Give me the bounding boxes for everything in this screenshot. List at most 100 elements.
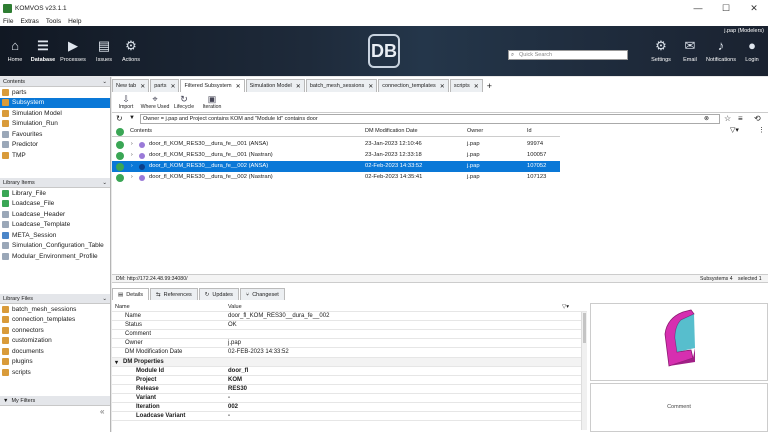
close-icon[interactable]: ✕ — [140, 83, 145, 90]
login-button[interactable]: ● Login — [739, 38, 765, 63]
tab-references[interactable]: ⇆ References — [150, 288, 198, 300]
chevron-down-icon[interactable]: ⌄ — [102, 296, 107, 302]
close-icon[interactable]: ✕ — [368, 83, 373, 90]
library-file[interactable]: documents — [0, 346, 110, 357]
query-input[interactable]: Owner = j.pap and Project contains KOM a… — [140, 114, 720, 124]
collapse-panel-icon[interactable]: « — [100, 407, 104, 416]
expand-icon[interactable]: › — [131, 141, 133, 147]
column-dm-date[interactable]: DM Modification Date — [365, 128, 418, 134]
iteration-button[interactable]: ▣ Iteration — [198, 92, 226, 112]
menu-extras[interactable]: Extras — [20, 18, 38, 25]
library-item[interactable]: Modular_Environment_Profile — [0, 251, 110, 262]
filter-icon[interactable]: ▼ — [129, 115, 135, 121]
quick-search-input[interactable]: ⌕ Quick Search — [508, 50, 628, 60]
table-row[interactable]: › door_fl_KOM_RES30__dura_fe__001 (Nastr… — [112, 150, 560, 161]
processes-button[interactable]: ▶ Processes — [60, 38, 86, 63]
menu-icon[interactable]: ≡ — [738, 114, 743, 123]
tab-updates[interactable]: ↻ Updates — [198, 288, 239, 300]
library-file[interactable]: customization — [0, 336, 110, 347]
contents-item-simulation-model[interactable]: Simulation Model — [0, 108, 110, 119]
issues-button[interactable]: ▤ Issues — [91, 38, 117, 63]
folder-icon — [2, 99, 9, 107]
detail-row: Variant - — [112, 394, 587, 404]
collapse-icon[interactable]: ▾ — [115, 359, 118, 366]
library-item[interactable]: Loadcase_File — [0, 199, 110, 210]
tab-batch-mesh-sessions[interactable]: batch_mesh_sessions ✕ — [305, 79, 378, 92]
tab-details[interactable]: ▤ Details — [112, 288, 150, 300]
library-file[interactable]: connection_templates — [0, 315, 110, 326]
close-icon[interactable]: ✕ — [440, 83, 445, 90]
chevron-down-icon[interactable]: ⌄ — [102, 180, 107, 186]
menu-tools[interactable]: Tools — [46, 18, 61, 25]
close-button[interactable]: ✕ — [740, 3, 768, 14]
library-file[interactable]: plugins — [0, 357, 110, 368]
expand-icon[interactable]: › — [131, 152, 133, 158]
contents-item-simulation-run[interactable]: Simulation_Run — [0, 119, 110, 130]
library-item[interactable]: META_Session — [0, 230, 110, 241]
menu-file[interactable]: File — [3, 18, 13, 25]
add-tab-button[interactable]: + — [484, 79, 495, 92]
chevron-down-icon[interactable]: ⌄ — [102, 79, 107, 85]
contents-item-subsystem[interactable]: Subsystem — [0, 97, 110, 108]
where-used-button[interactable]: ⌖ Where Used — [140, 92, 170, 112]
contents-header[interactable]: Contents ⌄ — [0, 77, 110, 87]
lifecycle-button[interactable]: ↻ Lifecycle — [170, 92, 198, 112]
close-icon[interactable]: ✕ — [170, 83, 175, 90]
tab-simulation-model[interactable]: Simulation Model ✕ — [245, 79, 305, 92]
column-filter-icon[interactable]: ▽▾ — [730, 126, 739, 134]
clear-query-icon[interactable]: ⊗ — [704, 115, 709, 122]
column-owner[interactable]: Owner — [467, 128, 483, 134]
expand-icon[interactable]: › — [131, 174, 133, 180]
library-items-header[interactable]: Library Items ⌄ — [0, 178, 110, 188]
details-scrollbar[interactable] — [581, 312, 587, 430]
column-id[interactable]: Id — [527, 128, 532, 134]
close-icon[interactable]: ✕ — [296, 83, 301, 90]
comment-panel[interactable]: Comment — [590, 383, 768, 432]
minimize-button[interactable]: — — [684, 3, 712, 14]
home-button[interactable]: ⌂ Home — [2, 38, 28, 63]
database-button[interactable]: ☰ Database — [30, 38, 56, 63]
library-item[interactable]: Simulation_Configuration_Table — [0, 241, 110, 252]
column-contents[interactable]: Contents — [130, 128, 152, 134]
contents-item-predictor[interactable]: Predictor — [0, 140, 110, 151]
refresh-icon[interactable]: ↻ — [116, 114, 123, 123]
import-button[interactable]: ⇩ Import — [112, 92, 140, 112]
column-options-icon[interactable]: ⋮ — [758, 126, 765, 134]
part-preview[interactable] — [590, 303, 768, 381]
library-file[interactable]: connectors — [0, 325, 110, 336]
dm-properties-group[interactable]: ▾ DM Properties — [112, 357, 587, 367]
table-row-selected[interactable]: › door_fl_KOM_RES30__dura_fe__002 (ANSA)… — [112, 161, 560, 172]
table-row[interactable]: › door_fl_KOM_RES30__dura_fe__002 (Nastr… — [112, 172, 560, 183]
library-item[interactable]: Library_File — [0, 188, 110, 199]
tab-new[interactable]: New tab ✕ — [112, 79, 150, 92]
expand-icon[interactable]: › — [131, 163, 133, 169]
close-icon[interactable]: ✕ — [474, 83, 479, 90]
settings-button[interactable]: ⚙ Settings — [648, 38, 674, 63]
tab-scripts[interactable]: scripts ✕ — [449, 79, 483, 92]
notifications-button[interactable]: ♪ Notifications — [706, 38, 736, 63]
folder-icon — [2, 337, 9, 345]
filter-icon[interactable]: ▽▾ — [562, 304, 569, 310]
library-item[interactable]: Loadcase_Header — [0, 209, 110, 220]
tab-connection-templates[interactable]: connection_templates ✕ — [378, 79, 449, 92]
contents-item-parts[interactable]: parts — [0, 87, 110, 98]
tab-changeset[interactable]: ⑂ Changeset — [239, 288, 285, 300]
contents-item-favourites[interactable]: Favourites — [0, 129, 110, 140]
actions-button[interactable]: ⚙ Actions — [118, 38, 144, 63]
tab-parts[interactable]: parts ✕ — [150, 79, 180, 92]
library-file[interactable]: scripts — [0, 367, 110, 378]
my-filters-header[interactable]: ▼ My Filters — [0, 396, 110, 406]
banner: ⌂ Home ☰ Database ▶ Processes ▤ Issues ⚙ Acti… — [0, 26, 768, 76]
library-item[interactable]: Loadcase_Template — [0, 220, 110, 231]
contents-item-tmp[interactable]: TMP — [0, 150, 110, 161]
maximize-button[interactable]: ☐ — [712, 3, 740, 14]
library-files-header[interactable]: Library Files ⌄ — [0, 294, 110, 304]
tab-filtered-subsystem[interactable]: Filtered Subsystem ✕ — [180, 79, 245, 92]
history-icon[interactable]: ⟲ — [754, 114, 761, 123]
menu-help[interactable]: Help — [68, 18, 81, 25]
close-icon[interactable]: ✕ — [236, 83, 241, 90]
star-icon[interactable]: ☆ — [724, 114, 731, 123]
library-file[interactable]: batch_mesh_sessions — [0, 304, 110, 315]
table-row[interactable]: › door_fl_KOM_RES30__dura_fe__001 (ANSA)… — [112, 139, 560, 150]
email-button[interactable]: ✉ Email — [677, 38, 703, 63]
